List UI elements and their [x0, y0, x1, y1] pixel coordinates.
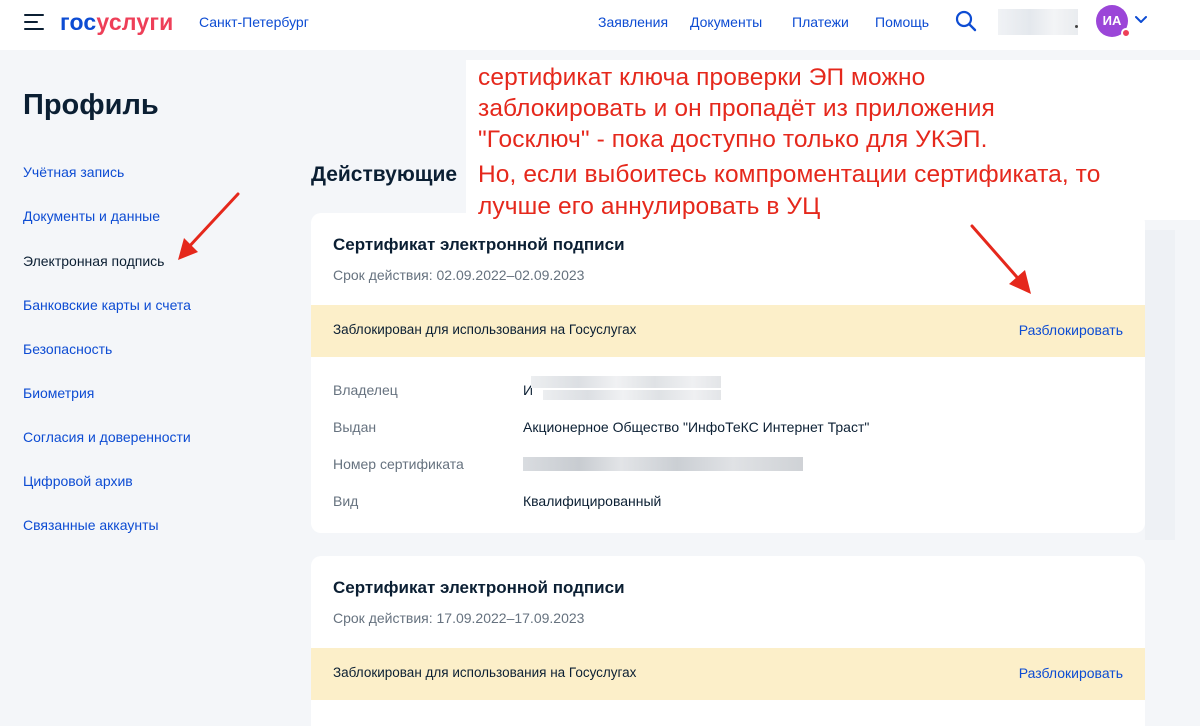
- user-name-redacted[interactable]: [998, 9, 1078, 35]
- unblock-link[interactable]: Разблокировать: [1019, 665, 1123, 681]
- field-value-type: Квалифицированный: [523, 493, 662, 509]
- annotation-line: "Госключ" - пока доступно только для УКЭ…: [478, 126, 988, 153]
- certificate-validity: Срок действия: 17.09.2022–17.09.2023: [333, 610, 585, 626]
- sidebar-item-e-signature[interactable]: Электронная подпись: [23, 253, 164, 269]
- nav-help[interactable]: Помощь: [875, 14, 929, 30]
- sidebar-item-security[interactable]: Безопасность: [23, 341, 112, 357]
- field-label-type: Вид: [333, 493, 359, 509]
- annotation-arrow-sidebar: [178, 192, 240, 260]
- sidebar-item-consents[interactable]: Согласия и доверенности: [23, 429, 191, 445]
- status-banner: Заблокирован для использования на Госусл…: [311, 648, 1145, 700]
- search-icon[interactable]: [955, 10, 977, 32]
- field-value-issuer: Акционерное Общество "ИнфоТеКС Интернет …: [523, 419, 870, 435]
- nav-payments[interactable]: Платежи: [792, 14, 849, 30]
- sidebar-item-biometrics[interactable]: Биометрия: [23, 385, 94, 401]
- certificate-title: Сертификат электронной подписи: [333, 578, 625, 597]
- logo-part-gos: гос: [60, 9, 97, 35]
- gosuslugi-logo[interactable]: госуслуги: [60, 9, 173, 36]
- menu-icon[interactable]: [24, 14, 44, 30]
- sidebar-item-linked-accounts[interactable]: Связанные аккаунты: [23, 517, 159, 533]
- sidebar-item-documents[interactable]: Документы и данные: [23, 208, 160, 224]
- top-header: госуслуги Санкт-Петербург Заявления Доку…: [0, 0, 1200, 50]
- sidebar-item-bank-cards[interactable]: Банковские карты и счета: [23, 297, 191, 313]
- section-title-active: Действующие: [311, 163, 458, 186]
- annotation-arrow-unblock: [970, 224, 1031, 294]
- annotation-line: Но, если выбоитесь компроментации сертиф…: [478, 161, 1101, 188]
- nav-documents[interactable]: Документы: [690, 14, 762, 30]
- notification-dot: [1121, 28, 1131, 38]
- owner-name-redacted: [531, 376, 721, 388]
- nav-applications[interactable]: Заявления: [598, 14, 668, 30]
- user-name-dot: [1075, 25, 1078, 28]
- status-text: Заблокирован для использования на Госусл…: [333, 322, 637, 337]
- city-selector[interactable]: Санкт-Петербург: [199, 14, 309, 30]
- field-label-owner: Владелец: [333, 382, 398, 398]
- page-title: Профиль: [23, 89, 159, 121]
- annotation-line: заблокировать и он пропадёт из приложени…: [478, 95, 995, 122]
- certificate-title: Сертификат электронной подписи: [333, 235, 625, 254]
- sidebar-item-account[interactable]: Учётная запись: [23, 164, 124, 180]
- serial-number-redacted: [523, 457, 803, 471]
- status-text: Заблокирован для использования на Госусл…: [333, 665, 637, 680]
- certificate-card: Сертификат электронной подписи Срок дейс…: [311, 556, 1145, 726]
- status-banner: Заблокирован для использования на Госусл…: [311, 305, 1145, 357]
- unblock-link[interactable]: Разблокировать: [1019, 322, 1123, 338]
- owner-name-redacted-lower: [543, 390, 721, 400]
- field-label-issuer: Выдан: [333, 419, 377, 435]
- annotation-line: сертификат ключа проверки ЭП можно: [478, 64, 926, 91]
- chevron-down-icon[interactable]: [1135, 15, 1147, 25]
- card-edge-background: [1145, 230, 1175, 540]
- annotation-line: лучше его аннулировать в УЦ: [478, 193, 821, 220]
- certificate-validity: Срок действия: 02.09.2022–02.09.2023: [333, 267, 585, 283]
- logo-part-uslugi: услуги: [96, 9, 174, 35]
- sidebar-item-digital-archive[interactable]: Цифровой архив: [23, 473, 133, 489]
- field-label-serial: Номер сертификата: [333, 456, 464, 472]
